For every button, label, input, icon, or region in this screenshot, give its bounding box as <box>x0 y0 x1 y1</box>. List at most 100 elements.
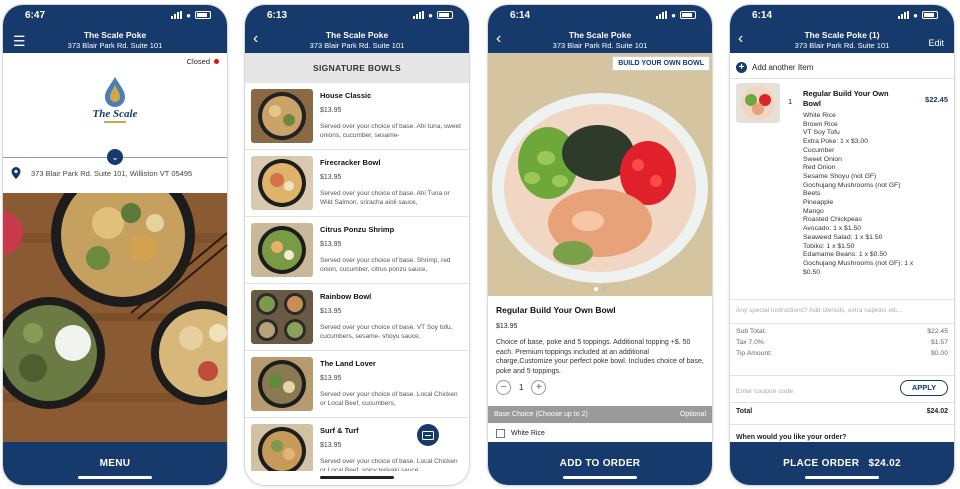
modifier: Roasted Chickpeas <box>803 216 862 224</box>
wifi-icon: ● <box>671 10 676 20</box>
screen-menu: 6:13 ● ‹ The Scale Poke 373 Blair Park R… <box>245 5 469 485</box>
apply-coupon-button[interactable]: APPLY <box>900 380 948 396</box>
divider <box>730 402 954 403</box>
edit-button[interactable]: Edit <box>928 36 944 50</box>
quantity-value: 1 <box>519 383 524 392</box>
signal-icon <box>413 11 425 19</box>
chevron-down-icon[interactable]: ⌄ <box>107 149 123 165</box>
add-another-item[interactable]: + Add another Item <box>736 62 813 73</box>
signal-icon <box>898 11 910 19</box>
product-price: $13.95 <box>496 323 518 330</box>
tax-value: $1.57 <box>930 339 948 346</box>
cart-button[interactable] <box>417 424 439 446</box>
special-instructions-input[interactable]: Any special instructions? Add utensils, … <box>736 307 903 314</box>
cart-item-name: Regular Build Your Own Bowl <box>803 89 889 108</box>
restaurant-title: The Scale Poke <box>325 30 389 40</box>
menu-item-description: Served over your choice of base. Shrimp,… <box>320 257 451 273</box>
home-indicator <box>563 476 637 479</box>
choice-label: White Rice <box>511 430 545 437</box>
menu-item[interactable]: Rainbow Bowl $13.95 Served over your cho… <box>245 284 469 351</box>
tax-row: Tax 7.0% $1.57 <box>736 339 948 346</box>
modifier: Sweet Onion <box>803 155 842 163</box>
status-text: Closed <box>186 57 210 66</box>
subtotal-label: Sub Total: <box>736 328 767 335</box>
menu-item[interactable]: The Land Lover $13.95 Served over your c… <box>245 351 469 418</box>
menu-item-description: Served over your choice of base. VT Soy … <box>320 324 453 340</box>
tip-value: $0.00 <box>930 350 948 357</box>
menu-item-description: Served over your choice of base. Ahi tun… <box>320 123 461 139</box>
cart-item-modifiers: White Rice Brown Rice VT Soy Tofu Extra … <box>803 112 923 277</box>
open-status: Closed <box>187 57 219 66</box>
screen-home: 6:47 ● ☰ The Scale Poke 373 Blair Park R… <box>3 5 227 485</box>
modifier: Sesame Shoyu (not GF) <box>803 172 877 180</box>
product-name: Regular Build Your Own Bowl <box>496 305 616 315</box>
cart-item-qty: 1 <box>788 97 793 106</box>
menu-item-name: Surf & Turf <box>320 426 359 435</box>
menu-item[interactable]: Citrus Ponzu Shrimp $13.95 Served over y… <box>245 217 469 284</box>
app-header: 6:47 ● ☰ The Scale Poke 373 Blair Park R… <box>3 5 227 53</box>
menu-button[interactable]: MENU <box>3 442 227 485</box>
status-time: 6:47 <box>25 9 46 21</box>
checkbox-icon[interactable] <box>496 429 505 438</box>
signal-icon <box>171 11 183 19</box>
base-choice-header: Base Choice (Choose up to 2) Optional <box>488 406 712 423</box>
status-icons: ● <box>656 11 696 20</box>
order-time-prompt[interactable]: When would you like your order? <box>736 434 846 441</box>
divider <box>730 78 954 79</box>
build-your-own-tag: BUILD YOUR OWN BOWL <box>612 56 710 71</box>
plus-icon[interactable]: + <box>531 380 547 395</box>
dish-photo <box>251 89 313 143</box>
tax-label: Tax 7.0% <box>736 339 764 346</box>
status-bar: 6:47 ● <box>3 5 227 25</box>
logo-text: The Scale <box>93 108 138 120</box>
tip-row[interactable]: Tip Amount: $0.00 <box>736 350 948 357</box>
status-bar: 6:14 ● <box>730 5 954 25</box>
modifier: Beets <box>803 190 821 198</box>
choice-white-rice[interactable]: White Rice <box>496 429 545 438</box>
menu-item[interactable]: House Classic $13.95 Served over your ch… <box>245 83 469 150</box>
signal-icon <box>656 11 668 19</box>
add-to-order-label: ADD TO ORDER <box>559 458 641 469</box>
restaurant-address: 373 Blair Park Rd. Suite 101 <box>67 41 163 50</box>
menu-item-name: The Land Lover <box>320 359 376 368</box>
location-pin-icon <box>11 167 21 179</box>
menu-item[interactable]: Firecracker Bowl $13.95 Served over your… <box>245 150 469 217</box>
modifier: Gochujang Mushrooms (not GF): 1 x $0.50 <box>803 259 914 276</box>
menu-item-price: $13.95 <box>320 375 342 382</box>
status-bar: 6:14 ● <box>488 5 712 25</box>
status-icons: ● <box>171 11 211 20</box>
modifier: Seaweed Salad: 1 x $1.50 <box>803 233 883 241</box>
wifi-icon: ● <box>428 10 433 20</box>
add-to-order-button[interactable]: ADD TO ORDER <box>488 442 712 485</box>
screen-product: 6:14 ● ‹ The Scale Poke 373 Blair Park R… <box>488 5 712 485</box>
minus-icon[interactable]: − <box>496 380 511 395</box>
tip-label: Tip Amount: <box>736 350 773 357</box>
app-header: 6:13 ● ‹ The Scale Poke 373 Blair Park R… <box>245 5 469 53</box>
restaurant-title: The Scale Poke <box>568 30 632 40</box>
place-order-button[interactable]: PLACE ORDER $24.02 <box>730 442 954 485</box>
cart-item-photo <box>736 83 780 123</box>
dish-photo <box>251 357 313 411</box>
coupon-input[interactable]: Enter coupon code <box>736 388 793 395</box>
menu-item-name: House Classic <box>320 91 372 100</box>
status-time: 6:13 <box>267 9 288 21</box>
dish-photo <box>251 424 313 471</box>
total-label: Total <box>736 408 753 415</box>
quantity-stepper: − 1 + <box>496 380 547 395</box>
status-bar: 6:13 ● <box>245 5 469 25</box>
cart-item-price: $22.45 <box>925 95 948 104</box>
menu-item-name: Rainbow Bowl <box>320 292 372 301</box>
battery-icon <box>437 11 453 19</box>
menu-item-price: $13.95 <box>320 442 342 449</box>
modifier: Brown Rice <box>803 120 838 128</box>
add-icon: + <box>736 62 747 73</box>
scale-logo: The Scale <box>93 77 138 123</box>
restaurant-title: The Scale Poke <box>83 30 147 40</box>
carousel-dots[interactable] <box>488 287 712 291</box>
address-row[interactable]: 373 Blair Park Rd. Suite 101, Williston … <box>11 167 221 179</box>
home-indicator <box>78 476 152 479</box>
wifi-icon: ● <box>913 10 918 20</box>
place-order-label: PLACE ORDER $24.02 <box>783 458 901 469</box>
dish-photo <box>251 223 313 277</box>
restaurant-address: 373 Blair Park Rd. Suite 101 <box>552 41 648 50</box>
